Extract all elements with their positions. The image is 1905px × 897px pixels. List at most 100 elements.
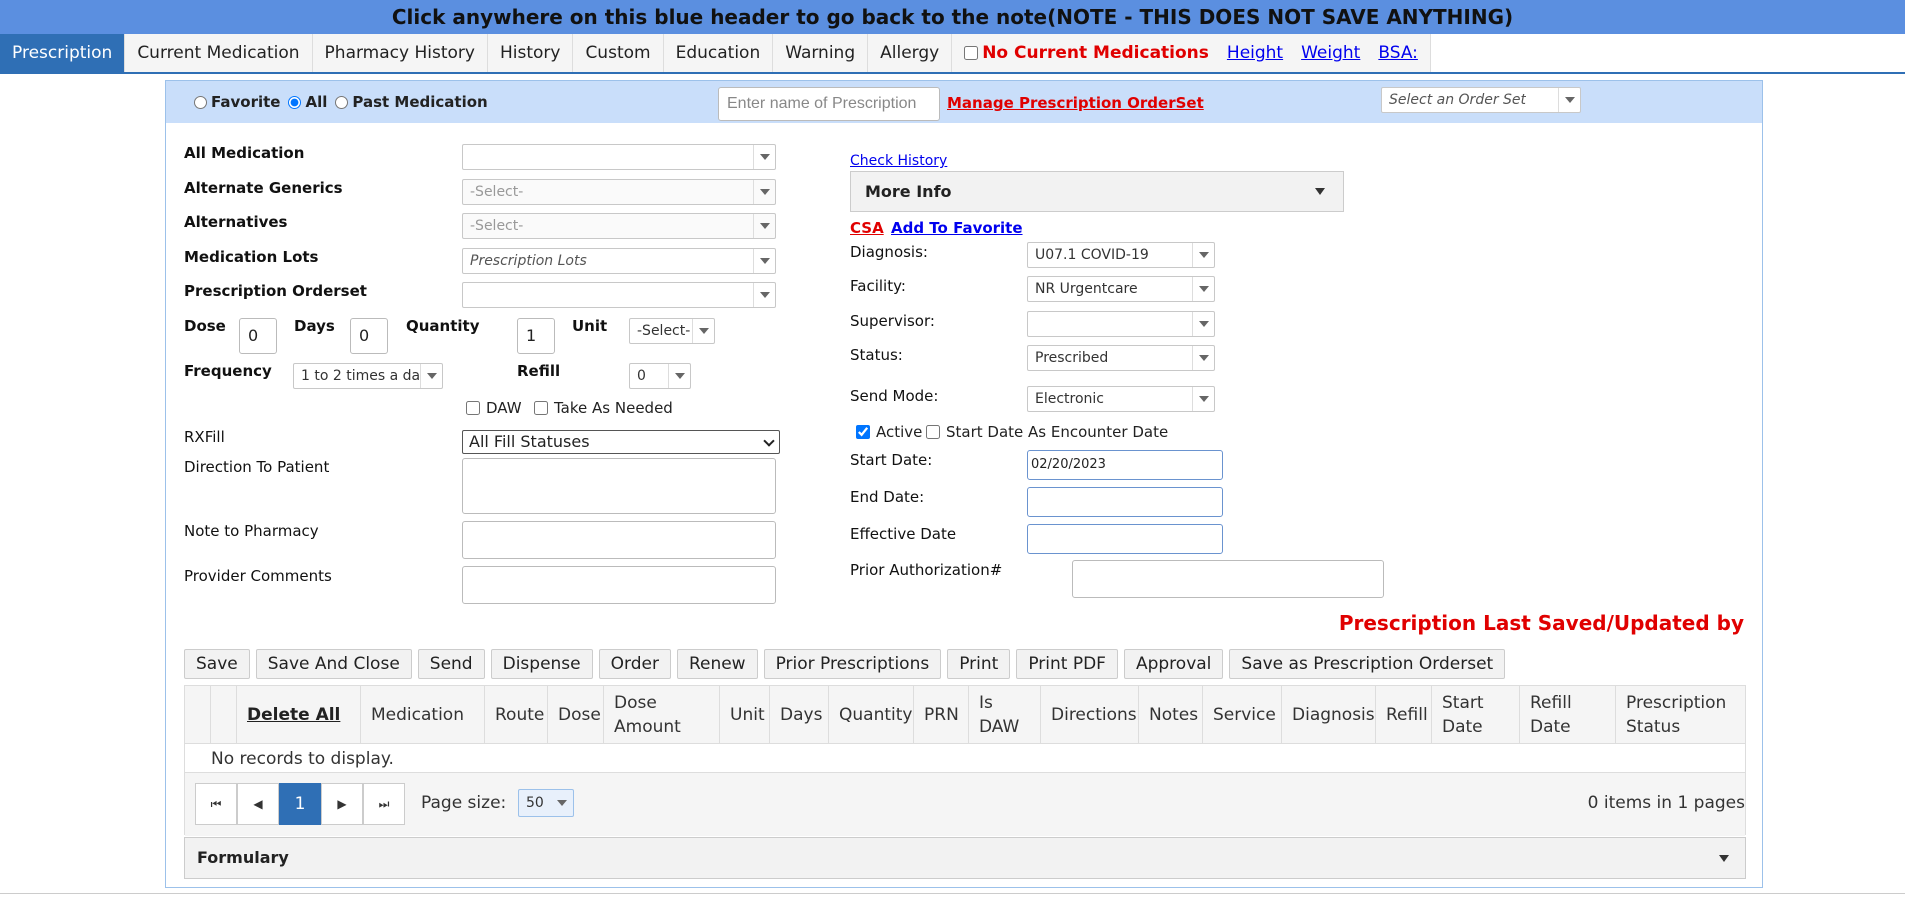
save-and-close-button[interactable]: Save And Close	[255, 649, 412, 679]
page-number-button[interactable]: 1	[279, 783, 321, 825]
send-mode-select[interactable]: Electronic	[1027, 386, 1215, 412]
all-medication-select[interactable]	[462, 144, 776, 170]
first-page-icon[interactable]: ⏮	[195, 783, 237, 825]
more-info-expander[interactable]: More Info	[850, 171, 1344, 212]
approval-button[interactable]: Approval	[1123, 649, 1224, 679]
tab-allergy[interactable]: Allergy	[868, 34, 953, 72]
height-link[interactable]: Height	[1227, 43, 1283, 63]
daw-checkbox-wrap[interactable]: DAW	[466, 399, 522, 417]
tab-pharmacy-history[interactable]: Pharmacy History	[313, 34, 488, 72]
diagnosis-select[interactable]: U07.1 COVID-19	[1027, 242, 1215, 268]
add-to-favorite-link[interactable]: Add To Favorite	[891, 219, 1023, 237]
note-to-pharmacy-input[interactable]	[462, 521, 776, 559]
last-page-icon[interactable]: ⏭	[363, 783, 405, 825]
chevron-down-icon[interactable]	[551, 790, 573, 816]
start-as-encounter-checkbox[interactable]	[926, 425, 940, 439]
alternate-generics-select[interactable]: -Select-	[462, 179, 776, 205]
formulary-expander[interactable]: Formulary	[184, 837, 1746, 879]
chevron-down-icon[interactable]	[420, 364, 442, 388]
check-history-link[interactable]: Check History	[850, 153, 947, 169]
weight-link[interactable]: Weight	[1301, 43, 1360, 63]
order-button[interactable]: Order	[598, 649, 671, 679]
take-as-needed-wrap[interactable]: Take As Needed	[534, 399, 673, 417]
medication-lots-select[interactable]: Prescription Lots	[462, 248, 776, 274]
effective-date-input[interactable]	[1027, 524, 1223, 554]
prescription-search-input[interactable]	[718, 87, 940, 121]
column-header[interactable]: Dose Amount	[603, 686, 719, 744]
direction-to-patient-textarea[interactable]	[462, 458, 776, 514]
back-to-note-header[interactable]: Click anywhere on this blue header to go…	[0, 0, 1905, 34]
renew-button[interactable]: Renew	[676, 649, 758, 679]
column-header[interactable]: Dose	[547, 686, 603, 744]
rxfill-select[interactable]: All Fill Statuses	[462, 430, 780, 454]
prior-authorization-input[interactable]	[1072, 560, 1384, 598]
bsa-link[interactable]: BSA:	[1378, 43, 1418, 63]
column-header[interactable]: Prescription Status	[1615, 686, 1745, 744]
active-checkbox-wrap[interactable]: Active	[856, 423, 922, 441]
radio-all[interactable]: All	[288, 93, 327, 111]
page-size-select[interactable]: 50	[518, 789, 574, 817]
radio-favorite-input[interactable]	[194, 95, 207, 109]
quantity-input[interactable]: 1	[517, 318, 555, 354]
refill-select[interactable]: 0	[629, 363, 691, 389]
alternatives-select[interactable]: -Select-	[462, 213, 776, 239]
column-header[interactable]: Notes	[1138, 686, 1202, 744]
chevron-down-icon[interactable]	[692, 319, 714, 343]
delete-all-link[interactable]: Delete All	[236, 686, 360, 744]
save-button[interactable]: Save	[184, 649, 250, 679]
column-header[interactable]: Directions	[1040, 686, 1138, 744]
end-date-input[interactable]	[1027, 487, 1223, 517]
prior-prescriptions-button[interactable]: Prior Prescriptions	[763, 649, 942, 679]
manage-orderset-link[interactable]: Manage Prescription OrderSet	[947, 94, 1204, 112]
column-header[interactable]: Start Date	[1431, 686, 1519, 744]
column-header[interactable]: PRN	[913, 686, 968, 744]
column-header[interactable]: Quantity	[828, 686, 913, 744]
chevron-down-icon[interactable]	[753, 180, 775, 204]
column-header[interactable]: Medication	[360, 686, 484, 744]
tab-history[interactable]: History	[488, 34, 574, 72]
tab-custom[interactable]: Custom	[573, 34, 664, 72]
facility-select[interactable]: NR Urgentcare	[1027, 276, 1215, 302]
column-header[interactable]: Service	[1202, 686, 1281, 744]
chevron-down-icon[interactable]	[1192, 277, 1214, 301]
no-current-medications[interactable]: No Current Medications	[964, 43, 1209, 63]
radio-past-medication-input[interactable]	[335, 95, 349, 109]
prev-page-icon[interactable]: ◀	[237, 783, 279, 825]
column-header[interactable]: Refill	[1375, 686, 1431, 744]
active-checkbox[interactable]	[856, 425, 870, 439]
tab-warning[interactable]: Warning	[773, 34, 869, 72]
next-page-icon[interactable]: ▶	[321, 783, 363, 825]
column-header[interactable]: Diagnosis	[1281, 686, 1375, 744]
no-current-medications-checkbox[interactable]	[964, 46, 979, 60]
chevron-down-icon[interactable]	[753, 249, 775, 273]
send-button[interactable]: Send	[417, 649, 485, 679]
print-pdf-button[interactable]: Print PDF	[1016, 649, 1118, 679]
tab-education[interactable]: Education	[664, 34, 774, 72]
chevron-down-icon[interactable]	[753, 283, 775, 307]
dose-input[interactable]: 0	[239, 318, 277, 354]
supervisor-select[interactable]	[1027, 311, 1215, 337]
daw-checkbox[interactable]	[466, 401, 480, 415]
column-header[interactable]: Route	[484, 686, 547, 744]
unit-select[interactable]: -Select-	[629, 318, 715, 344]
column-header[interactable]: Days	[769, 686, 828, 744]
start-date-input[interactable]: 02/20/2023	[1027, 450, 1223, 480]
provider-comments-input[interactable]	[462, 566, 776, 604]
order-set-select[interactable]: Select an Order Set	[1381, 87, 1581, 113]
start-as-encounter-wrap[interactable]: Start Date As Encounter Date	[926, 423, 1168, 441]
days-input[interactable]: 0	[350, 318, 388, 354]
chevron-down-icon[interactable]	[1192, 387, 1214, 411]
column-header[interactable]: Refill Date	[1519, 686, 1615, 744]
take-as-needed-checkbox[interactable]	[534, 401, 548, 415]
dispense-button[interactable]: Dispense	[490, 649, 593, 679]
chevron-down-icon[interactable]	[1192, 312, 1214, 336]
chevron-down-icon[interactable]	[668, 364, 690, 388]
column-header[interactable]: Is DAW	[968, 686, 1040, 744]
chevron-down-icon[interactable]	[1192, 243, 1214, 267]
csa-link[interactable]: CSA	[850, 219, 884, 237]
save-as-orderset-button[interactable]: Save as Prescription Orderset	[1229, 649, 1506, 679]
chevron-down-icon[interactable]	[753, 145, 775, 169]
radio-all-input[interactable]	[288, 95, 302, 109]
print-button[interactable]: Print	[947, 649, 1011, 679]
radio-past-medication[interactable]: Past Medication	[335, 93, 488, 111]
